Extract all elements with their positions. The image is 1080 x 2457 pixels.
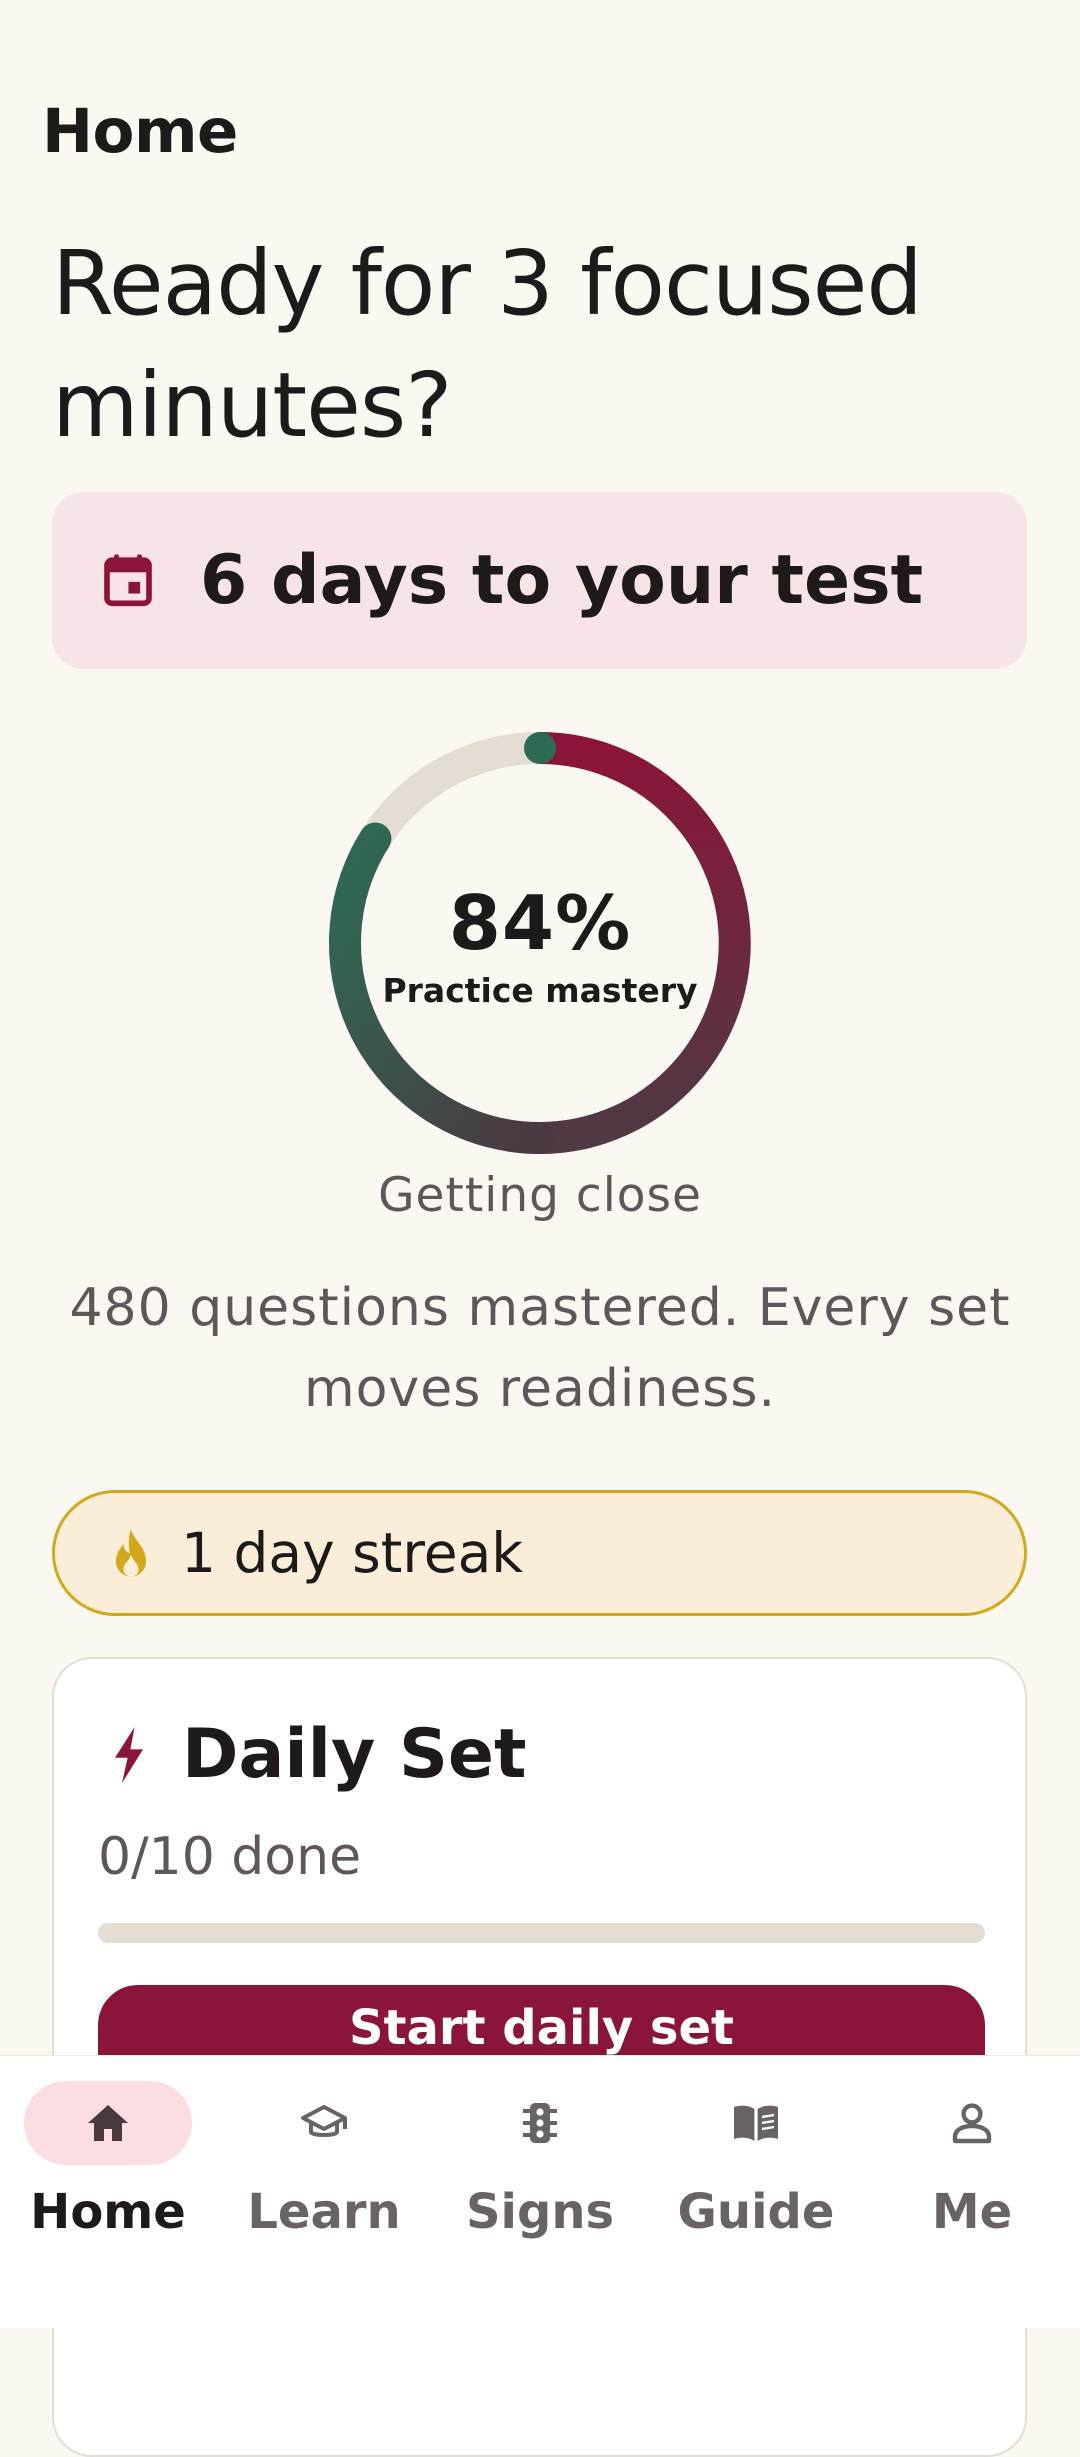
daily-set-title: Daily Set [182, 1715, 527, 1794]
mastery-ring: 84% Practice mastery [328, 731, 752, 1155]
nav-item-signs[interactable]: Signs [432, 2056, 648, 2328]
countdown-label: 6 days to your test [200, 541, 924, 620]
nav-item-home[interactable]: Home [0, 2056, 216, 2328]
traffic-light-icon [523, 2103, 557, 2143]
nav-label-guide: Guide [677, 2184, 835, 2240]
book-icon [734, 2105, 778, 2141]
mastery-percent: 84% [448, 879, 632, 967]
page-title: Home [42, 96, 238, 167]
nav-item-learn[interactable]: Learn [216, 2056, 432, 2328]
hero-line-1: Ready for 3 focused [52, 231, 923, 335]
daily-set-progress-bar [98, 1923, 985, 1943]
bolt-icon [115, 1727, 143, 1783]
nav-label-signs: Signs [465, 2184, 615, 2240]
streak-badge[interactable]: 1 day streak [52, 1490, 1027, 1616]
hero-heading: Ready for 3 focused minutes? [52, 222, 1052, 466]
mastery-label: Practice mastery [382, 971, 698, 1010]
nav-label-home: Home [30, 2184, 186, 2240]
mastery-summary: 480 questions mastered. Every set moves … [60, 1268, 1020, 1430]
nav-item-me[interactable]: Me [864, 2056, 1080, 2328]
summary-line-1: 480 questions mastered. Every set [69, 1278, 1011, 1338]
hero-line-2: minutes? [52, 353, 453, 457]
readiness-status: Getting close [378, 1168, 702, 1223]
graduation-cap-icon [301, 2105, 347, 2137]
daily-set-progress-text: 0/10 done [98, 1827, 362, 1887]
streak-label: 1 day streak [181, 1521, 524, 1585]
mastery-ring-start-dot [524, 732, 556, 764]
nav-label-learn: Learn [247, 2184, 401, 2240]
flame-icon [115, 1529, 147, 1577]
calendar-icon [104, 554, 152, 607]
nav-label-me: Me [931, 2184, 1013, 2240]
nav-item-guide[interactable]: Guide [648, 2056, 864, 2328]
bottom-navigation: Home Learn Signs Guide Me [0, 2056, 1080, 2328]
test-countdown-banner[interactable]: 6 days to your test [52, 492, 1027, 669]
person-icon [952, 2103, 992, 2144]
home-icon [88, 2105, 128, 2141]
summary-line-2: moves readiness. [303, 1359, 777, 1419]
